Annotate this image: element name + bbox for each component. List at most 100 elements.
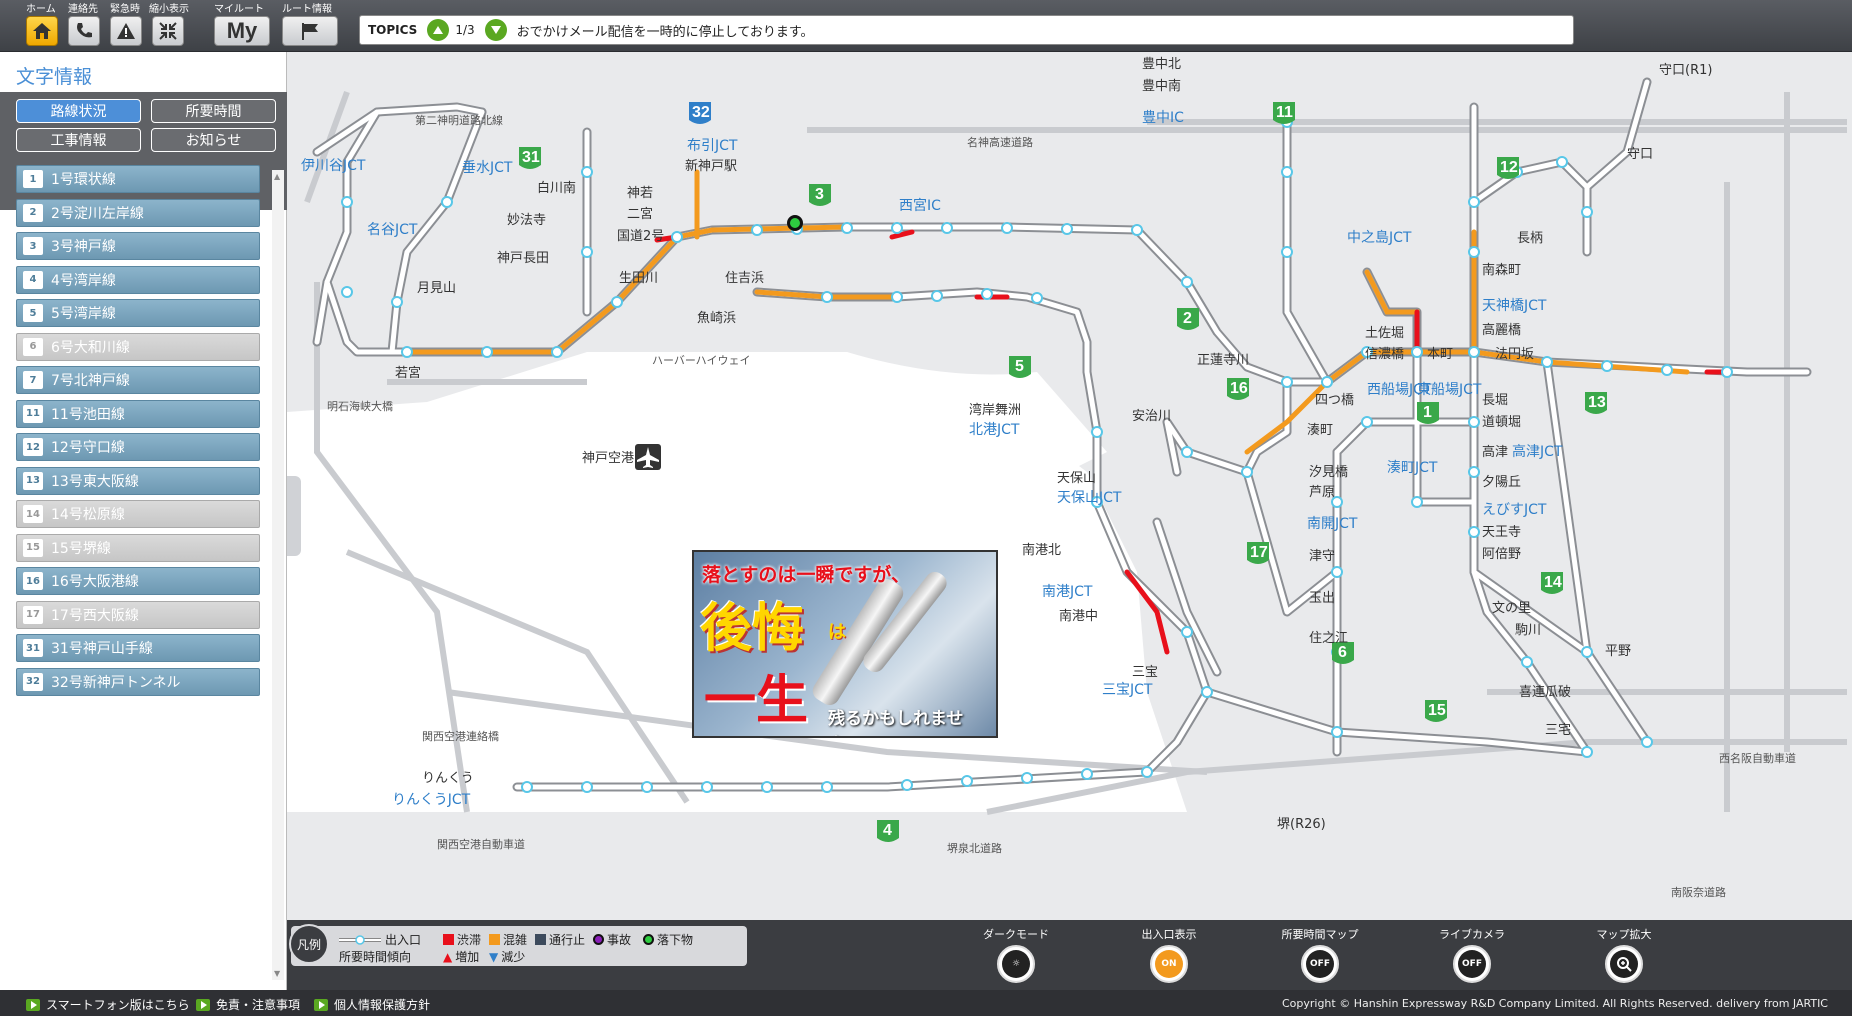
- station-label[interactable]: 南港北: [1022, 542, 1061, 558]
- tab-route-status[interactable]: 路線状況: [16, 99, 141, 123]
- sidebar-scrollbar[interactable]: ▲ ▼: [272, 170, 284, 980]
- station-label[interactable]: 平野: [1605, 644, 1631, 659]
- station-label[interactable]: 阿倍野: [1482, 547, 1521, 562]
- station-label[interactable]: 中之島JCT: [1347, 230, 1412, 246]
- station-label[interactable]: りんくう: [422, 771, 474, 786]
- station-label[interactable]: 妙法寺: [507, 213, 546, 228]
- station-label[interactable]: 天保山: [1057, 471, 1096, 486]
- station-label[interactable]: 安治川: [1132, 409, 1171, 424]
- station-label[interactable]: 住吉浜: [725, 271, 764, 286]
- station-label[interactable]: 喜連瓜破: [1519, 685, 1571, 700]
- station-label[interactable]: 四つ橋: [1315, 393, 1354, 408]
- station-label[interactable]: 魚崎浜: [697, 311, 736, 326]
- tab-notices[interactable]: お知らせ: [151, 128, 276, 152]
- station-label[interactable]: 二宮: [627, 206, 653, 222]
- station-label[interactable]: 天保山JCT: [1057, 490, 1122, 506]
- station-label[interactable]: 住之江: [1309, 631, 1348, 646]
- station-label[interactable]: 南港中: [1059, 608, 1098, 624]
- station-label[interactable]: 豊中南: [1142, 78, 1181, 94]
- station-label[interactable]: 南開JCT: [1307, 516, 1358, 532]
- myroute-button[interactable]: My: [214, 16, 270, 46]
- scroll-up-icon[interactable]: ▲: [274, 172, 280, 181]
- station-label[interactable]: えびすJCT: [1482, 502, 1547, 518]
- emergency-button[interactable]: [110, 16, 142, 46]
- station-label[interactable]: 神戸空港: [582, 451, 634, 466]
- station-label[interactable]: 本町: [1427, 347, 1453, 362]
- tab-travel-time[interactable]: 所要時間: [151, 99, 276, 123]
- station-label[interactable]: 湊町JCT: [1387, 459, 1438, 476]
- time-map-toggle[interactable]: OFF: [1301, 945, 1339, 983]
- station-label[interactable]: 神若: [627, 185, 653, 201]
- station-label[interactable]: 高津JCT: [1512, 443, 1563, 460]
- station-label[interactable]: 天王寺: [1482, 525, 1521, 540]
- topics-message[interactable]: おでかけメール配信を一時的に停止しております。: [517, 21, 814, 40]
- station-label[interactable]: 三宝JCT: [1102, 682, 1153, 698]
- dark-mode-button[interactable]: ☼: [997, 945, 1035, 983]
- sidebar-toggle-handle[interactable]: [287, 476, 301, 556]
- ad-banner[interactable]: 落とすのは一瞬ですが、 後悔 は 一生 残るかもしれません。: [692, 550, 998, 738]
- contact-button[interactable]: [68, 16, 100, 46]
- station-label[interactable]: 月見山: [417, 281, 456, 296]
- station-label[interactable]: 道頓堀: [1482, 415, 1521, 430]
- station-label[interactable]: 名谷JCT: [367, 222, 418, 238]
- station-label[interactable]: 東船場JCT: [1417, 382, 1482, 398]
- route-item-15[interactable]: 15 15号堺線: [16, 533, 260, 562]
- privacy-link[interactable]: 個人情報保護方針: [314, 996, 430, 1013]
- route-item-14[interactable]: 14 14号松原線: [16, 500, 260, 528]
- route-item-1[interactable]: 1 1号環状線: [16, 165, 260, 193]
- debris-marker-icon[interactable]: [787, 215, 803, 231]
- station-label[interactable]: 夕陽丘: [1482, 475, 1521, 490]
- route-item-4[interactable]: 4 4号湾岸線: [16, 265, 260, 294]
- station-label[interactable]: 湾岸舞洲: [969, 402, 1021, 418]
- tab-construction[interactable]: 工事情報: [16, 128, 141, 152]
- station-label[interactable]: 芦原: [1309, 485, 1335, 500]
- station-label[interactable]: 高津: [1482, 444, 1508, 460]
- station-label[interactable]: 三宅: [1545, 723, 1571, 738]
- station-label[interactable]: 玉出: [1309, 591, 1335, 606]
- disclaimer-link[interactable]: 免責・注意事項: [196, 996, 300, 1013]
- station-label[interactable]: 長柄: [1517, 231, 1543, 246]
- station-label[interactable]: 南森町: [1482, 262, 1521, 278]
- station-label[interactable]: 正蓮寺川: [1197, 353, 1249, 368]
- expressway-map[interactable]: 31 3 11 12 2 5 16 1 13 17 14 15 6 4 32 伊川谷JCT 名谷JCT…: [287, 52, 1852, 920]
- station-label[interactable]: 生田川: [619, 271, 658, 286]
- station-label[interactable]: 西宮IC: [899, 198, 941, 214]
- live-camera-toggle[interactable]: OFF: [1453, 945, 1491, 983]
- station-label[interactable]: 垂水JCT: [462, 160, 513, 176]
- route-item-11[interactable]: 11 11号池田線: [16, 399, 260, 428]
- route-item-13[interactable]: 13 13号東大阪線: [16, 466, 260, 495]
- station-label[interactable]: 北港JCT: [969, 422, 1020, 438]
- station-label[interactable]: 布引JCT: [687, 138, 738, 154]
- route-item-5[interactable]: 5 5号湾岸線: [16, 299, 260, 327]
- route-item-17[interactable]: 17 17号西大阪線: [16, 600, 260, 629]
- station-label[interactable]: 堺(R26): [1277, 817, 1326, 832]
- station-label[interactable]: 白川南: [537, 180, 576, 196]
- home-button[interactable]: [26, 16, 58, 46]
- routeinfo-button[interactable]: [282, 16, 338, 46]
- station-label[interactable]: 新神戸駅: [685, 158, 737, 174]
- smartphone-link[interactable]: スマートフォン版はこちら: [26, 996, 190, 1013]
- route-item-31[interactable]: 31 31号神戸山手線: [16, 634, 260, 662]
- topics-next-button[interactable]: [484, 19, 507, 41]
- station-label[interactable]: 豊中IC: [1142, 110, 1184, 126]
- station-label[interactable]: りんくうJCT: [392, 792, 471, 808]
- route-item-16[interactable]: 16 16号大阪港線: [16, 567, 260, 595]
- station-label[interactable]: 長堀: [1482, 393, 1508, 408]
- route-item-6[interactable]: 6 6号大和川線: [16, 332, 260, 361]
- station-label[interactable]: 湊町: [1307, 423, 1333, 438]
- shrink-button[interactable]: [152, 16, 184, 46]
- station-label[interactable]: 若宮: [395, 365, 421, 381]
- station-label[interactable]: 三宝: [1132, 665, 1158, 680]
- station-label[interactable]: 汐見橋: [1309, 464, 1348, 480]
- station-label[interactable]: 文の里: [1492, 601, 1531, 616]
- station-label[interactable]: 守口(R1): [1659, 63, 1712, 78]
- route-item-7[interactable]: 7 7号北神戸線: [16, 366, 260, 394]
- station-label[interactable]: 国道2号: [617, 229, 664, 244]
- route-item-3[interactable]: 3 3号神戸線: [16, 232, 260, 260]
- topics-prev-button[interactable]: [427, 19, 450, 41]
- station-label[interactable]: 駒川: [1515, 623, 1541, 638]
- station-label[interactable]: 信濃橋: [1365, 347, 1404, 362]
- route-item-12[interactable]: 12 12号守口線: [16, 433, 260, 461]
- route-item-2[interactable]: 2 2号淀川左岸線: [16, 198, 260, 227]
- station-label[interactable]: 法円坂: [1495, 347, 1534, 362]
